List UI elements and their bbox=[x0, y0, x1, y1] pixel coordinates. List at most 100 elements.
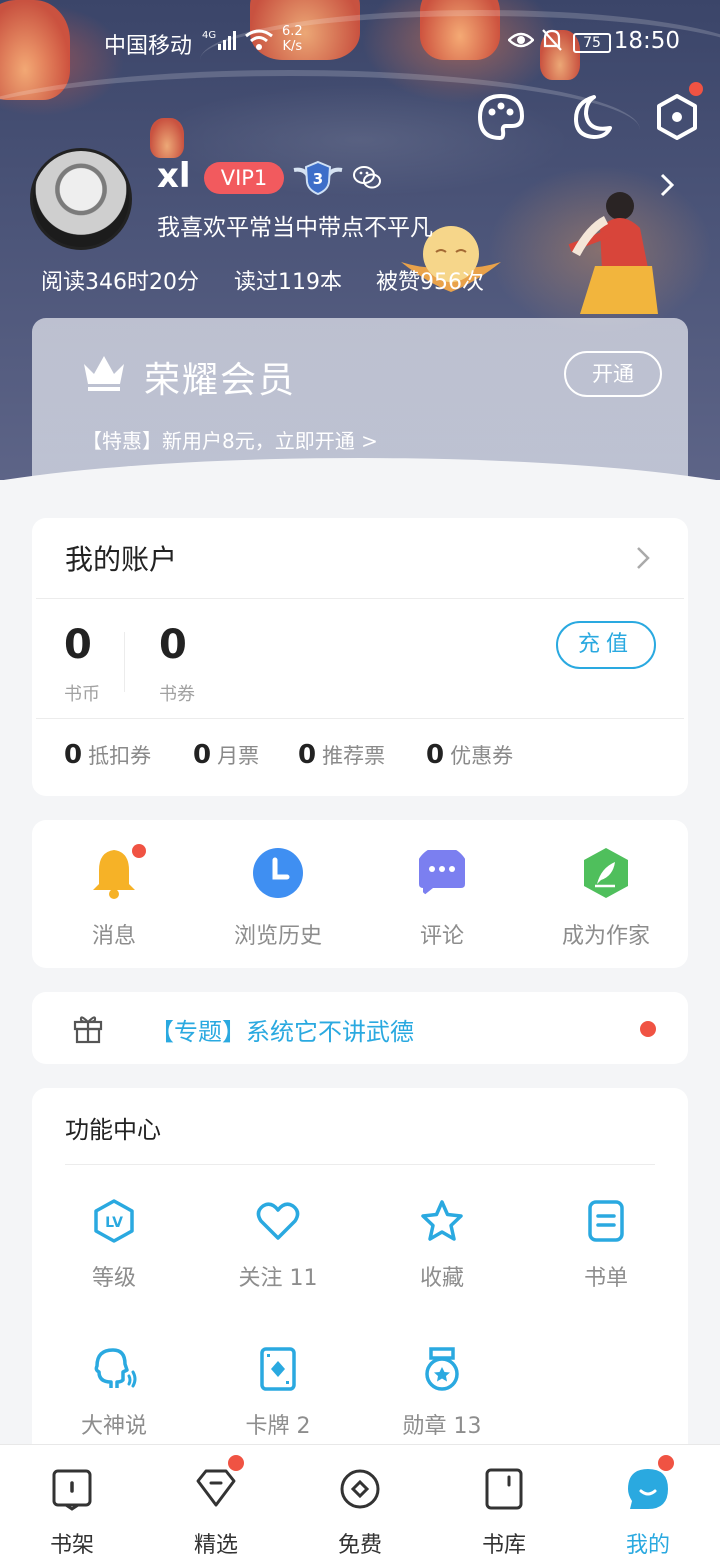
member-card[interactable]: 荣耀会员 开通 【特惠】新用户8元，立即开通 > bbox=[32, 318, 688, 478]
voucher-value: 0 bbox=[64, 740, 83, 770]
svg-text:LV: LV bbox=[105, 1215, 123, 1231]
coins-value[interactable]: 0 bbox=[64, 622, 92, 668]
heart-icon bbox=[256, 1202, 300, 1240]
medal-icon bbox=[425, 1347, 459, 1391]
gift-icon bbox=[73, 1016, 103, 1044]
voucher-deduction[interactable]: 0 抵扣券 bbox=[64, 740, 151, 770]
function-center-title: 功能中心 bbox=[65, 1116, 161, 1144]
function-label: 勋章 13 bbox=[402, 1414, 482, 1439]
account-chevron-icon[interactable] bbox=[634, 544, 652, 572]
function-center-card: 功能中心 LV 等级 关注 11 收藏 书单 大神说 卡牌 2 勋章 13 bbox=[32, 1088, 688, 1468]
nav-featured[interactable]: 精选 bbox=[144, 1455, 288, 1559]
speaking-head-icon bbox=[94, 1348, 137, 1388]
tickets-value[interactable]: 0 bbox=[159, 622, 187, 668]
network-speed: 6.2 K/s bbox=[282, 24, 303, 54]
free-icon bbox=[340, 1469, 380, 1509]
crown-icon bbox=[84, 356, 124, 391]
feather-icon bbox=[584, 848, 628, 898]
settings-hex-icon[interactable] bbox=[652, 92, 702, 142]
network-type: 4G bbox=[202, 30, 216, 41]
nav-label: 书架 bbox=[49, 1533, 94, 1558]
moon-icon[interactable] bbox=[564, 92, 614, 142]
member-promo-link[interactable]: 【特惠】新用户8元，立即开通 > bbox=[82, 425, 378, 454]
nav-profile[interactable]: 我的 bbox=[576, 1455, 720, 1559]
star-icon bbox=[421, 1200, 463, 1241]
avatar[interactable] bbox=[30, 148, 132, 250]
quick-action-label: 成为作家 bbox=[561, 924, 650, 949]
level-shield-icon[interactable]: 3 bbox=[292, 160, 344, 196]
card-icon bbox=[260, 1347, 296, 1391]
quick-actions-card: 消息 浏览历史 评论 成为作家 bbox=[32, 820, 688, 968]
voucher-value: 0 bbox=[193, 740, 212, 770]
carrier-label: 中国移动 bbox=[104, 34, 193, 59]
coins-label: 书币 bbox=[64, 684, 100, 705]
stat-likes: 被赞956次 bbox=[376, 270, 484, 295]
voucher-coupon[interactable]: 0 优惠券 bbox=[426, 740, 513, 770]
profile-notification-dot bbox=[658, 1455, 674, 1471]
quick-action-comments[interactable]: 评论 bbox=[362, 846, 522, 950]
function-booklist[interactable]: 书单 bbox=[526, 1198, 686, 1292]
nav-library[interactable]: 书库 bbox=[432, 1467, 576, 1559]
function-label: 收藏 bbox=[419, 1266, 464, 1291]
quick-action-become-author[interactable]: 成为作家 bbox=[526, 846, 686, 950]
function-label: 卡牌 2 bbox=[245, 1414, 311, 1439]
speed-value: 6.2 bbox=[282, 24, 303, 39]
function-label: 大神说 bbox=[80, 1414, 147, 1439]
divider bbox=[36, 718, 684, 719]
quick-action-messages[interactable]: 消息 bbox=[34, 844, 194, 950]
girl-illustration bbox=[568, 192, 658, 314]
function-favorites[interactable]: 收藏 bbox=[362, 1198, 522, 1292]
speed-unit: K/s bbox=[282, 39, 303, 54]
battery-indicator: 75 bbox=[573, 33, 611, 53]
wifi-icon bbox=[245, 29, 273, 50]
voucher-value: 0 bbox=[298, 740, 317, 770]
voucher-value: 0 bbox=[426, 740, 445, 770]
booklist-icon bbox=[588, 1200, 624, 1242]
settings-notification-dot bbox=[689, 82, 703, 96]
divider bbox=[65, 1164, 655, 1165]
stat-books-read: 读过119本 bbox=[234, 270, 342, 295]
voucher-monthly[interactable]: 0 月票 bbox=[193, 740, 259, 770]
account-card: 我的账户 0 书币 0 书券 充值 0 抵扣券 0 月票 0 推荐票 0 优惠券 bbox=[32, 518, 688, 796]
nav-bookshelf[interactable]: 书架 bbox=[0, 1467, 144, 1559]
username[interactable]: xl bbox=[157, 156, 191, 196]
palette-icon[interactable] bbox=[476, 92, 526, 142]
quick-action-label: 消息 bbox=[91, 924, 136, 949]
account-title[interactable]: 我的账户 bbox=[65, 538, 177, 578]
function-master-talk[interactable]: 大神说 bbox=[34, 1346, 194, 1440]
divider bbox=[36, 598, 684, 599]
wechat-icon[interactable] bbox=[352, 164, 382, 192]
member-open-button[interactable]: 开通 bbox=[564, 351, 662, 397]
function-cards[interactable]: 卡牌 2 bbox=[198, 1346, 358, 1440]
level-icon: LV bbox=[94, 1199, 134, 1243]
profile-chevron-icon[interactable] bbox=[656, 170, 678, 200]
nav-free[interactable]: 免费 bbox=[288, 1467, 432, 1559]
function-following[interactable]: 关注 11 bbox=[198, 1198, 358, 1292]
recharge-button[interactable]: 充值 bbox=[556, 621, 656, 669]
profile-header: 中国移动 4G 6.2 K/s 75 18:50 xl VIP1 3 我喜欢平常… bbox=[0, 0, 720, 480]
profile-icon bbox=[628, 1469, 668, 1509]
function-level[interactable]: LV 等级 bbox=[34, 1198, 194, 1292]
topic-text[interactable]: 【专题】系统它不讲武德 bbox=[150, 1012, 414, 1047]
voucher-recommend[interactable]: 0 推荐票 bbox=[298, 740, 385, 770]
library-icon bbox=[485, 1468, 523, 1510]
signature: 我喜欢平常当中带点不平凡 bbox=[157, 215, 433, 241]
clock-icon bbox=[253, 848, 303, 898]
level-number: 3 bbox=[313, 170, 323, 188]
signal-icon: 4G bbox=[202, 30, 236, 50]
featured-icon bbox=[196, 1469, 236, 1507]
stat-reading-time: 阅读346时20分 bbox=[41, 270, 199, 295]
topic-banner[interactable]: 【专题】系统它不讲武德 bbox=[32, 992, 688, 1064]
topic-notification-dot bbox=[640, 1021, 656, 1037]
clock: 18:50 bbox=[613, 28, 680, 54]
tickets-label: 书券 bbox=[159, 684, 195, 705]
bookshelf-icon bbox=[52, 1469, 92, 1511]
divider bbox=[124, 632, 125, 692]
function-medals[interactable]: 勋章 13 bbox=[362, 1346, 522, 1440]
voucher-label: 推荐票 bbox=[322, 744, 386, 768]
voucher-label: 优惠券 bbox=[450, 744, 514, 768]
vip-badge[interactable]: VIP1 bbox=[204, 162, 284, 194]
nav-label: 精选 bbox=[193, 1533, 238, 1558]
bottom-nav: 书架 精选 免费 书库 我的 bbox=[0, 1444, 720, 1560]
quick-action-history[interactable]: 浏览历史 bbox=[198, 846, 358, 950]
